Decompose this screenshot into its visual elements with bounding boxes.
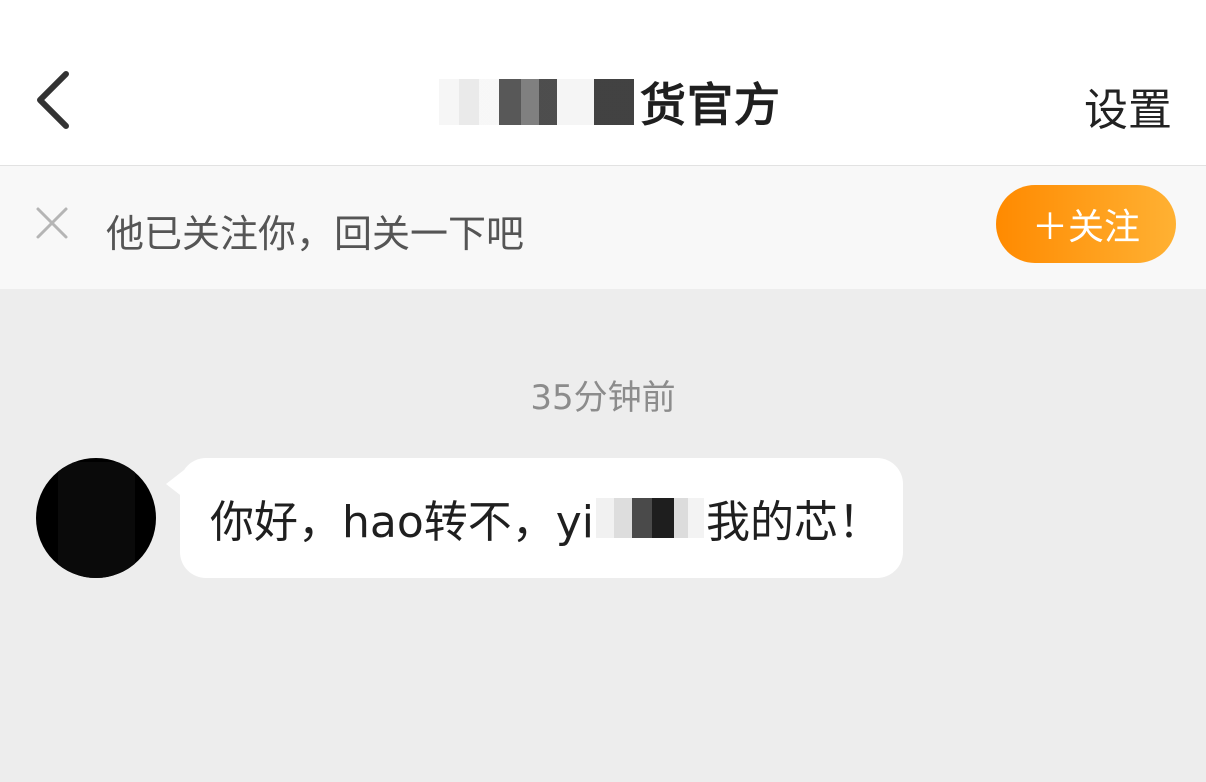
follow-button[interactable]: ＋关注: [996, 185, 1176, 263]
redacted-title-part: [439, 79, 634, 125]
chat-header: 货官方 设置: [0, 0, 1206, 166]
close-follow-bar-button[interactable]: [34, 205, 70, 241]
message-text-part-2: 我的芯！: [706, 497, 883, 548]
follow-back-message: 他已关注你，回关一下吧: [106, 212, 525, 256]
settings-button[interactable]: 设置: [1084, 74, 1172, 138]
message-bubble[interactable]: 你好，hao转不，yi 我的芯！: [180, 458, 903, 578]
avatar[interactable]: [36, 458, 156, 578]
chat-title: 货官方: [400, 62, 820, 142]
message-timestamp: 35分钟前: [530, 378, 676, 418]
message-text: 你好，hao转不，yi 我的芯！: [210, 486, 882, 550]
back-button[interactable]: [28, 64, 80, 136]
avatar-redaction: [58, 462, 135, 578]
message-text-part-1: 你好，hao转不，yi: [210, 497, 595, 548]
redacted-message-part: [596, 498, 705, 538]
chat-title-text: 货官方: [640, 78, 781, 132]
chevron-left-icon: [37, 71, 69, 129]
close-icon: [36, 207, 68, 239]
